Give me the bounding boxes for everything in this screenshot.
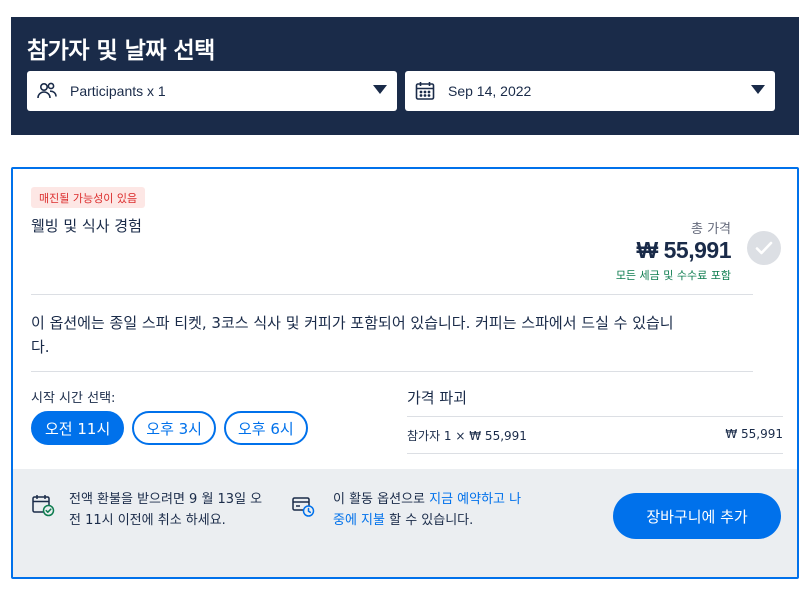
time-slot-3pm[interactable]: 오후 3시: [132, 411, 216, 445]
chevron-down-icon: [751, 85, 765, 94]
page-title: 참가자 및 날짜 선택: [27, 38, 215, 64]
calendar-check-icon: [32, 495, 55, 517]
breakdown-row-value: ₩ 55,991: [725, 427, 783, 441]
header: 참가자 및 날짜 선택 Participants x 1 Sep 14, 202…: [11, 17, 799, 135]
reserve-suffix: 할 수 있습니다.: [384, 513, 474, 528]
breakdown-row-label: 참가자 1 × ₩ 55,991: [407, 429, 527, 443]
total-price-label: 총 가격: [690, 222, 731, 237]
people-icon: [36, 80, 58, 102]
time-slot-6pm[interactable]: 오후 6시: [223, 411, 308, 445]
option-title: 웰빙 및 식사 경험: [31, 217, 142, 235]
add-to-cart-button[interactable]: 장바구니에 추가: [613, 493, 781, 539]
total-price: ₩ 55,991: [636, 237, 732, 263]
price-breakdown-title: 가격 파괴: [407, 389, 467, 407]
select-option-toggle[interactable]: [747, 231, 781, 265]
refund-policy-text: 전액 환불을 받으려면 9 월 13일 오전 11시 이전에 취소 하세요.: [69, 492, 263, 528]
divider: [31, 294, 753, 295]
option-description: 이 옵션에는 종일 스파 티켓, 3코스 식사 및 커피가 포함되어 있습니다.…: [31, 314, 674, 356]
divider: [407, 453, 783, 454]
option-card[interactable]: 매진될 가능성이 있음 웰빙 및 식사 경험 총 가격 ₩ 55,991 모든 …: [11, 167, 799, 579]
participants-select[interactable]: Participants x 1: [27, 71, 397, 111]
date-label: Sep 14, 2022: [448, 83, 532, 99]
likely-sell-out-badge: 매진될 가능성이 있음: [31, 187, 146, 208]
checkmark-icon: [755, 241, 773, 255]
start-time-label: 시작 시간 선택:: [31, 391, 116, 406]
option-footer: 전액 환불을 받으려면 9 월 13일 오전 11시 이전에 취소 하세요. 이…: [13, 469, 797, 577]
reserve-now-text: 이 활동 옵션으로 지금 예약하고 나중에 지불 할 수 있습니다.: [333, 489, 533, 531]
divider: [31, 371, 753, 372]
calendar-icon: [414, 80, 436, 102]
time-slot-11am[interactable]: 오전 11시: [31, 411, 125, 445]
reserve-prefix: 이 활동 옵션으로: [333, 492, 430, 507]
date-select[interactable]: Sep 14, 2022: [405, 71, 775, 111]
price-note: 모든 세금 및 수수료 포함: [615, 269, 731, 282]
divider: [407, 416, 783, 417]
price-breakdown-row: 참가자 1 × ₩ 55,991 ₩ 55,991: [407, 427, 783, 444]
participants-label: Participants x 1: [70, 83, 166, 99]
time-slots: 오전 11시 오후 3시 오후 6시: [31, 411, 308, 445]
credit-card-clock-icon: [292, 497, 315, 517]
chevron-down-icon: [373, 85, 387, 94]
